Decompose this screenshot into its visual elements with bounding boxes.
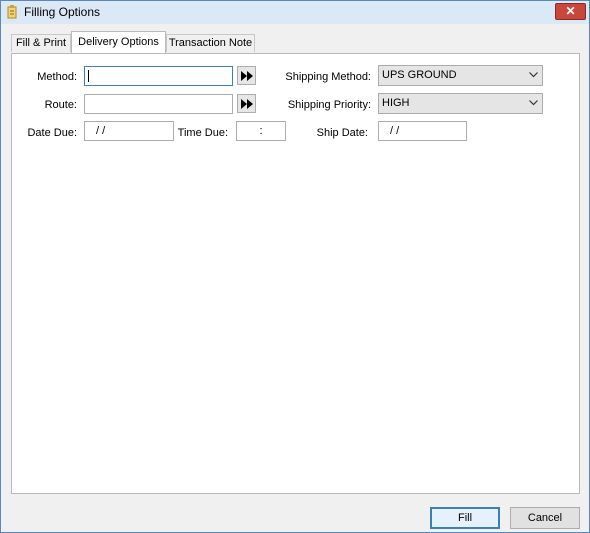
dialog-window: Filling Options ✕ Fill & Print Delivery … <box>0 0 590 533</box>
tab-delivery-options[interactable]: Delivery Options <box>71 31 166 53</box>
method-input[interactable] <box>84 66 233 86</box>
chevron-down-icon <box>529 100 538 106</box>
method-label: Method: <box>37 71 77 83</box>
fill-button[interactable]: Fill <box>430 507 500 529</box>
chevron-down-icon <box>529 72 538 78</box>
date-due-input[interactable]: / / <box>84 121 174 141</box>
shipping-method-select[interactable]: UPS GROUND <box>378 65 543 86</box>
close-button[interactable]: ✕ <box>555 3 586 20</box>
route-label: Route: <box>44 99 77 111</box>
shipping-priority-label: Shipping Priority: <box>287 99 371 111</box>
date-due-label: Date Due: <box>27 127 77 139</box>
shipping-method-label: Shipping Method: <box>285 71 371 83</box>
route-lookup-button[interactable] <box>237 94 256 113</box>
shipping-priority-select[interactable]: HIGH <box>378 93 543 114</box>
text-caret <box>88 70 89 82</box>
close-icon: ✕ <box>565 4 576 18</box>
delivery-options-panel: Method: Route: Date Due: / / Time Due: : <box>11 53 580 494</box>
route-input[interactable] <box>84 94 233 114</box>
tab-fill-print[interactable]: Fill & Print <box>11 34 71 52</box>
ship-date-label: Ship Date: <box>316 127 368 139</box>
tab-transaction-note[interactable]: Transaction Note <box>166 34 255 52</box>
cancel-button[interactable]: Cancel <box>510 507 580 529</box>
method-lookup-button[interactable] <box>237 66 256 85</box>
time-due-input[interactable]: : <box>236 121 286 141</box>
fast-forward-icon <box>241 99 253 109</box>
title-bar[interactable]: Filling Options ✕ <box>1 1 589 24</box>
window-title: Filling Options <box>24 5 101 19</box>
time-due-label: Time Due: <box>177 127 228 139</box>
ship-date-input[interactable]: / / <box>378 121 467 141</box>
fast-forward-icon <box>241 71 253 81</box>
app-icon <box>7 5 17 19</box>
